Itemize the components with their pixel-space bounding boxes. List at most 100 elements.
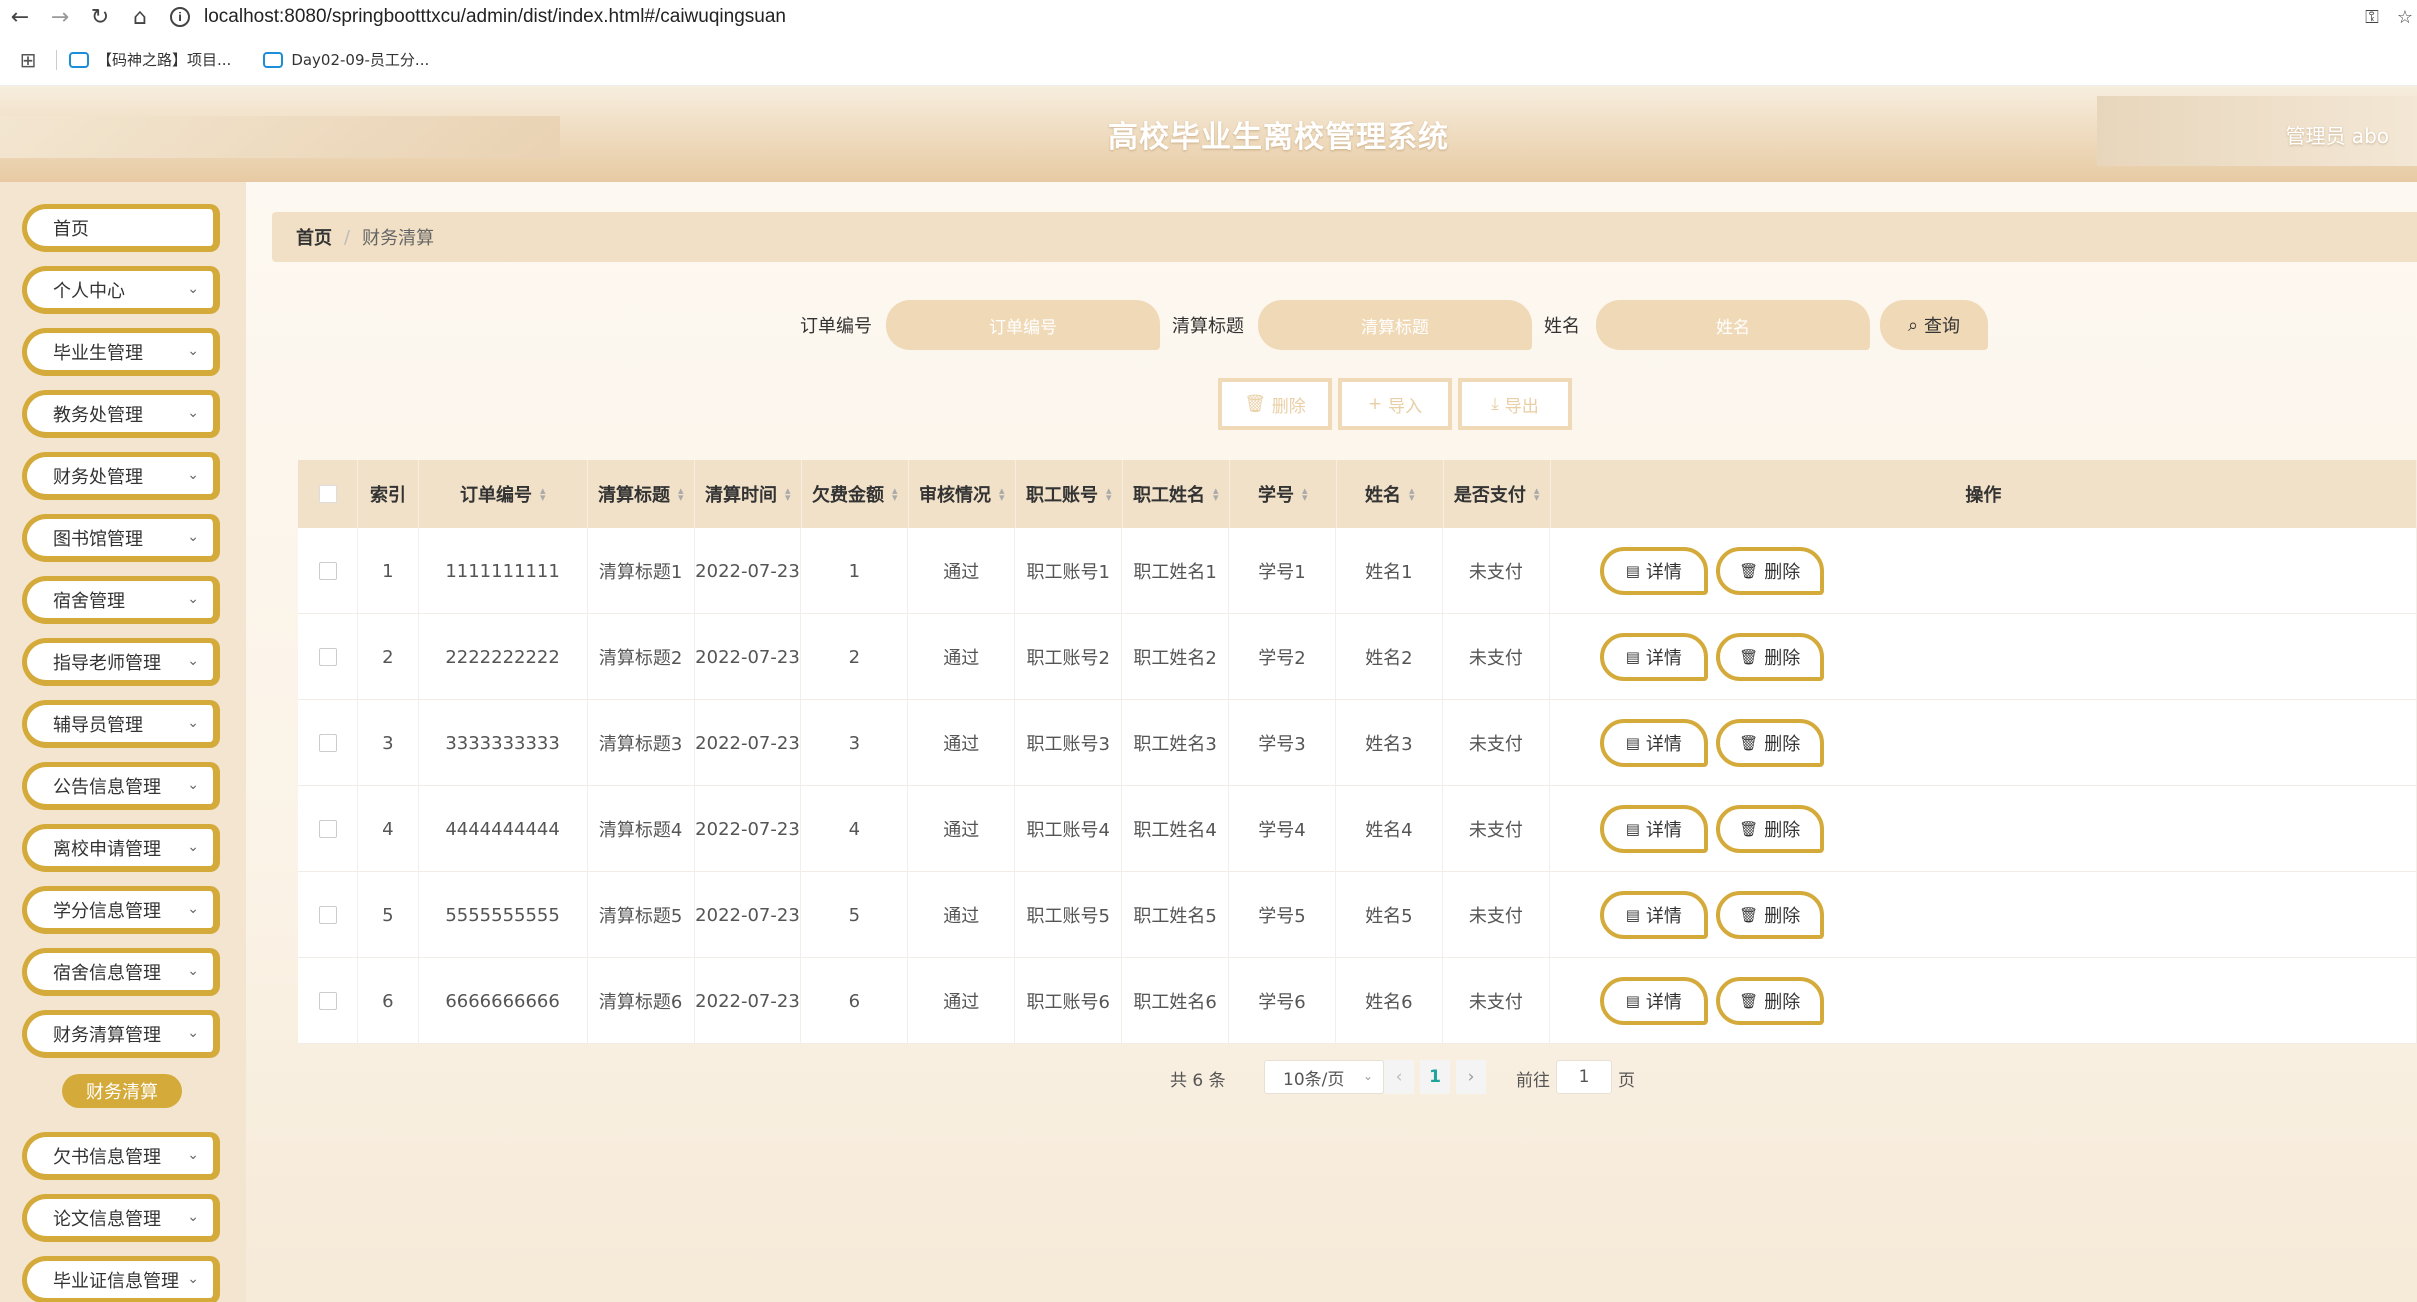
settle-title-input[interactable]: 清算标题	[1258, 300, 1532, 350]
select-all-checkbox[interactable]	[318, 485, 337, 503]
row-checkbox[interactable]	[318, 562, 337, 580]
current-user[interactable]: 管理员 abo	[2285, 86, 2389, 182]
row-checkbox-cell	[298, 958, 359, 1044]
row-delete-button[interactable]: 🗑 删除	[1715, 805, 1824, 853]
column-header: 索引	[358, 460, 419, 528]
address-bar[interactable]: i localhost:8080/springbootttxcu/admin/d…	[170, 2, 786, 32]
column-header[interactable]: 职工账号 ▴ ▾	[1016, 460, 1123, 528]
column-header[interactable]: 职工姓名 ▴ ▾	[1123, 460, 1230, 528]
column-header-label: 职工账号	[1025, 485, 1098, 506]
sidebar-menu-item[interactable]: 指导老师管理 ⌄	[22, 638, 220, 686]
row-delete-button[interactable]: 🗑 删除	[1715, 633, 1824, 681]
sort-icon[interactable]: ▴ ▾	[892, 485, 898, 503]
sort-icon[interactable]: ▴ ▾	[1534, 485, 1540, 503]
page-size-value: 10条/页	[1283, 1069, 1345, 1090]
column-header[interactable]: 姓名 ▴ ▾	[1337, 460, 1444, 528]
sort-icon[interactable]: ▴ ▾	[785, 485, 791, 503]
export-button[interactable]: ⤓ 导出	[1458, 378, 1572, 430]
sidebar-menu-item[interactable]: 财务处管理 ⌄	[22, 452, 220, 500]
column-header[interactable]: 清算标题 ▴ ▾	[588, 460, 695, 528]
cell-name: 姓名1	[1336, 528, 1443, 614]
back-icon[interactable]: ←	[0, 0, 40, 34]
forward-icon[interactable]: →	[40, 0, 80, 34]
cell-time: 2022-07-23	[695, 614, 802, 700]
cell-title: 清算标题6	[588, 958, 695, 1044]
row-delete-button[interactable]: 🗑 删除	[1715, 719, 1824, 767]
order-number-input[interactable]: 订单编号	[886, 300, 1160, 350]
cell-order: 5555555555	[419, 872, 588, 958]
sidebar-menu-label: 欠书信息管理	[53, 1146, 161, 1168]
sidebar-menu-item[interactable]: 论文信息管理 ⌄	[22, 1194, 220, 1242]
sidebar-menu-item[interactable]: 公告信息管理 ⌄	[22, 762, 220, 810]
sidebar-menu-item[interactable]: 毕业生管理 ⌄	[22, 328, 220, 376]
goto-page-input[interactable]: 1	[1556, 1060, 1612, 1094]
column-header[interactable]: 学号 ▴ ▾	[1230, 460, 1337, 528]
detail-button[interactable]: ▤ 详情	[1599, 805, 1708, 853]
bookmark-item[interactable]: 【码神之路】项目...	[69, 49, 231, 70]
sidebar-menu-item[interactable]: 离校申请管理 ⌄	[22, 824, 220, 872]
sidebar-menu-item[interactable]: 图书馆管理 ⌄	[22, 514, 220, 562]
page-size-select[interactable]: 10条/页 ⌄	[1264, 1060, 1384, 1094]
site-info-icon[interactable]: i	[170, 7, 190, 27]
column-header[interactable]: 清算时间 ▴ ▾	[695, 460, 802, 528]
breadcrumb-home[interactable]: 首页	[296, 224, 332, 250]
sort-icon[interactable]: ▴ ▾	[1409, 485, 1415, 503]
table-row: 6 6666666666 清算标题6 2022-07-23 6 通过 职工账号6 职工姓名6 学…	[298, 958, 2417, 1044]
action-bar: 🗑 删除 + 导入 ⤓ 导出	[246, 378, 2417, 432]
sidebar-menu-item[interactable]: 欠书信息管理 ⌄	[22, 1132, 220, 1180]
prev-page-button[interactable]: ‹	[1384, 1060, 1414, 1094]
cell-paid: 未支付	[1443, 614, 1550, 700]
sidebar-menu-item[interactable]: 毕业证信息管理 ⌄	[22, 1256, 220, 1302]
row-checkbox[interactable]	[318, 734, 337, 752]
bookmark-item[interactable]: Day02-09-员工分...	[263, 49, 429, 70]
sidebar-menu-label: 离校申请管理	[53, 838, 161, 860]
name-input[interactable]: 姓名	[1596, 300, 1870, 350]
sort-icon[interactable]: ▴ ▾	[1302, 485, 1308, 503]
row-checkbox[interactable]	[318, 820, 337, 838]
cell-title: 清算标题1	[588, 528, 695, 614]
reload-icon[interactable]: ↻	[80, 0, 120, 34]
next-page-button[interactable]: ›	[1456, 1060, 1486, 1094]
sort-icon[interactable]: ▴ ▾	[540, 485, 546, 503]
row-checkbox[interactable]	[318, 648, 337, 666]
detail-button[interactable]: ▤ 详情	[1599, 633, 1708, 681]
cell-order: 1111111111	[419, 528, 588, 614]
column-header[interactable]: 审核情况 ▴ ▾	[909, 460, 1016, 528]
row-delete-button[interactable]: 🗑 删除	[1715, 977, 1824, 1025]
column-header[interactable]: 订单编号 ▴ ▾	[419, 460, 588, 528]
sidebar-menu-item[interactable]: 辅导员管理 ⌄	[22, 700, 220, 748]
import-button[interactable]: + 导入	[1338, 378, 1452, 430]
detail-button[interactable]: ▤ 详情	[1599, 719, 1708, 767]
detail-button[interactable]: ▤ 详情	[1599, 977, 1708, 1025]
row-delete-button[interactable]: 🗑 删除	[1715, 547, 1824, 595]
key-icon[interactable]: ⚿	[2365, 7, 2379, 28]
page-number[interactable]: 1	[1420, 1060, 1450, 1094]
row-checkbox[interactable]	[318, 906, 337, 924]
detail-button[interactable]: ▤ 详情	[1599, 891, 1708, 939]
batch-delete-button[interactable]: 🗑 删除	[1218, 378, 1332, 430]
sort-icon[interactable]: ▴ ▾	[1213, 485, 1219, 503]
home-icon[interactable]: ⌂	[120, 0, 160, 34]
sidebar-menu-item[interactable]: 首页	[22, 204, 220, 252]
chevron-down-icon: ⌄	[187, 1271, 199, 1287]
detail-button[interactable]: ▤ 详情	[1599, 547, 1708, 595]
sidebar-menu-item[interactable]: 个人中心 ⌄	[22, 266, 220, 314]
sidebar-menu-item[interactable]: 学分信息管理 ⌄	[22, 886, 220, 934]
sidebar-menu-item[interactable]: 财务清算管理 ⌄	[22, 1010, 220, 1058]
sort-icon[interactable]: ▴ ▾	[678, 485, 684, 503]
query-button[interactable]: ⌕ 查询	[1880, 300, 1988, 350]
star-icon[interactable]: ☆	[2397, 7, 2413, 28]
row-delete-button[interactable]: 🗑 删除	[1715, 891, 1824, 939]
sidebar-submenu-active[interactable]: 财务清算	[62, 1074, 182, 1108]
plus-icon: +	[1367, 394, 1383, 414]
column-header[interactable]: 欠费金额 ▴ ▾	[802, 460, 909, 528]
address-url[interactable]: localhost:8080/springbootttxcu/admin/dis…	[204, 6, 786, 28]
sidebar-menu-item[interactable]: 教务处管理 ⌄	[22, 390, 220, 438]
sort-icon[interactable]: ▴ ▾	[1106, 485, 1112, 503]
row-checkbox[interactable]	[318, 992, 337, 1010]
sidebar-menu-item[interactable]: 宿舍信息管理 ⌄	[22, 948, 220, 996]
sort-icon[interactable]: ▴ ▾	[999, 485, 1005, 503]
apps-grid-icon[interactable]: ⊞	[0, 48, 56, 72]
column-header[interactable]: 是否支付 ▴ ▾	[1444, 460, 1551, 528]
sidebar-menu-item[interactable]: 宿舍管理 ⌄	[22, 576, 220, 624]
